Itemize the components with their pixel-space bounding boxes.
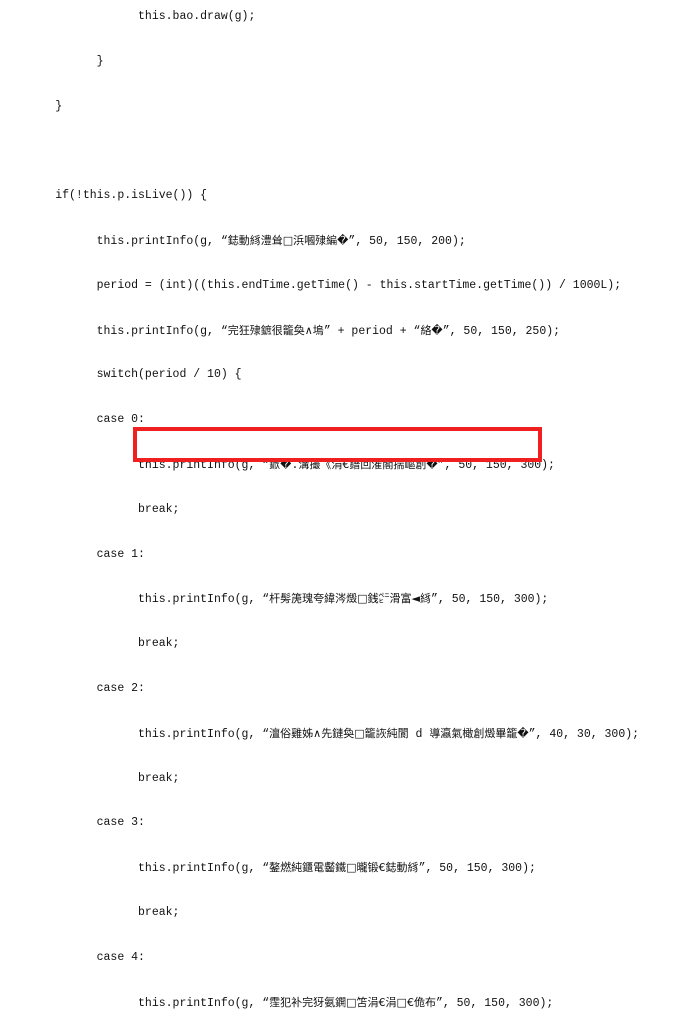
code-line: this.printInfo(g, “杆髣箎瑰夸緯涔燬□銭㌸滑富◄絼”, 50,… bbox=[138, 592, 549, 607]
code-line: case 4: bbox=[96, 950, 145, 964]
code-line: if(!this.p.isLive()) { bbox=[55, 189, 208, 203]
cjk-text-run: 杆髣箎瑰夸緯涔燬□銭㌸滑富◄絼 bbox=[269, 592, 432, 606]
code-line: break; bbox=[138, 637, 180, 651]
code-line: period = (int)((this.endTime.getTime() -… bbox=[96, 278, 622, 292]
code-line: case 3: bbox=[96, 816, 145, 830]
code-line: this.bao.draw(g); bbox=[138, 10, 256, 23]
code-line: this.printInfo(g, “完狂殔鏣很籠奐∧塢” + period +… bbox=[96, 323, 561, 338]
code-line: break; bbox=[138, 905, 180, 919]
code-line: break; bbox=[138, 771, 180, 785]
cjk-text-run: 完狂殔鏣很籠奐∧塢 bbox=[227, 323, 324, 337]
code-line: case 0: bbox=[96, 413, 145, 427]
cjk-text-run: 鍁� bbox=[269, 457, 292, 471]
cjk-text-run: 霔犯补完犽氨鐦□笘涓€涓□€佹布 bbox=[269, 995, 436, 1009]
cjk-text-run: 導瀛氣橄創燬畢籠� bbox=[429, 726, 529, 740]
code-line: this.printInfo(g, “鋕動絼澧耸□浜嘓殔編�”, 50, 150… bbox=[96, 233, 466, 248]
code-line: this.printInfo(g, “鏊燃純鑎電齾鐵□曨锻€鋕動絼”, 50, … bbox=[138, 861, 536, 876]
code-line: case 2: bbox=[96, 681, 145, 695]
code-line: this.printInfo(g, “澶俗雞姊∧先鏈奐□籠詼純閬 d 導瀛氣橄創… bbox=[138, 726, 640, 741]
code-line: this.printInfo(g, “霔犯补完犽氨鐦□笘涓€涓□€佹布”, 50… bbox=[138, 995, 554, 1010]
code-viewer: this.bao.draw(g); } } if(!this.p.isLive(… bbox=[0, 0, 690, 1010]
cjk-text-run: 溝撮《涓€鐠回潅閣揣嶇創� bbox=[298, 457, 438, 471]
code-line: break; bbox=[138, 502, 180, 516]
code-line: switch(period / 10) { bbox=[96, 368, 242, 382]
code-line: } bbox=[55, 99, 63, 113]
cjk-text-run: 鋕動絼澧耸□浜嘓殔編� bbox=[227, 233, 349, 247]
cjk-text-run: 澶俗雞姊∧先鏈奐□籠詼純閬 bbox=[269, 726, 409, 740]
cjk-text-run: 絡� bbox=[420, 323, 443, 337]
cjk-text-run: 鏊燃純鑎電齾鐵□曨锻€鋕動絼 bbox=[269, 861, 419, 875]
code-line: case 1: bbox=[96, 547, 145, 561]
code-line: } bbox=[96, 54, 104, 68]
source-code-listing[interactable]: this.bao.draw(g); } } if(!this.p.isLive(… bbox=[0, 0, 690, 1026]
code-line: this.printInfo(g, “鍁�.溝撮《涓€鐠回潅閣揣嶇創�”, 50… bbox=[138, 457, 555, 472]
